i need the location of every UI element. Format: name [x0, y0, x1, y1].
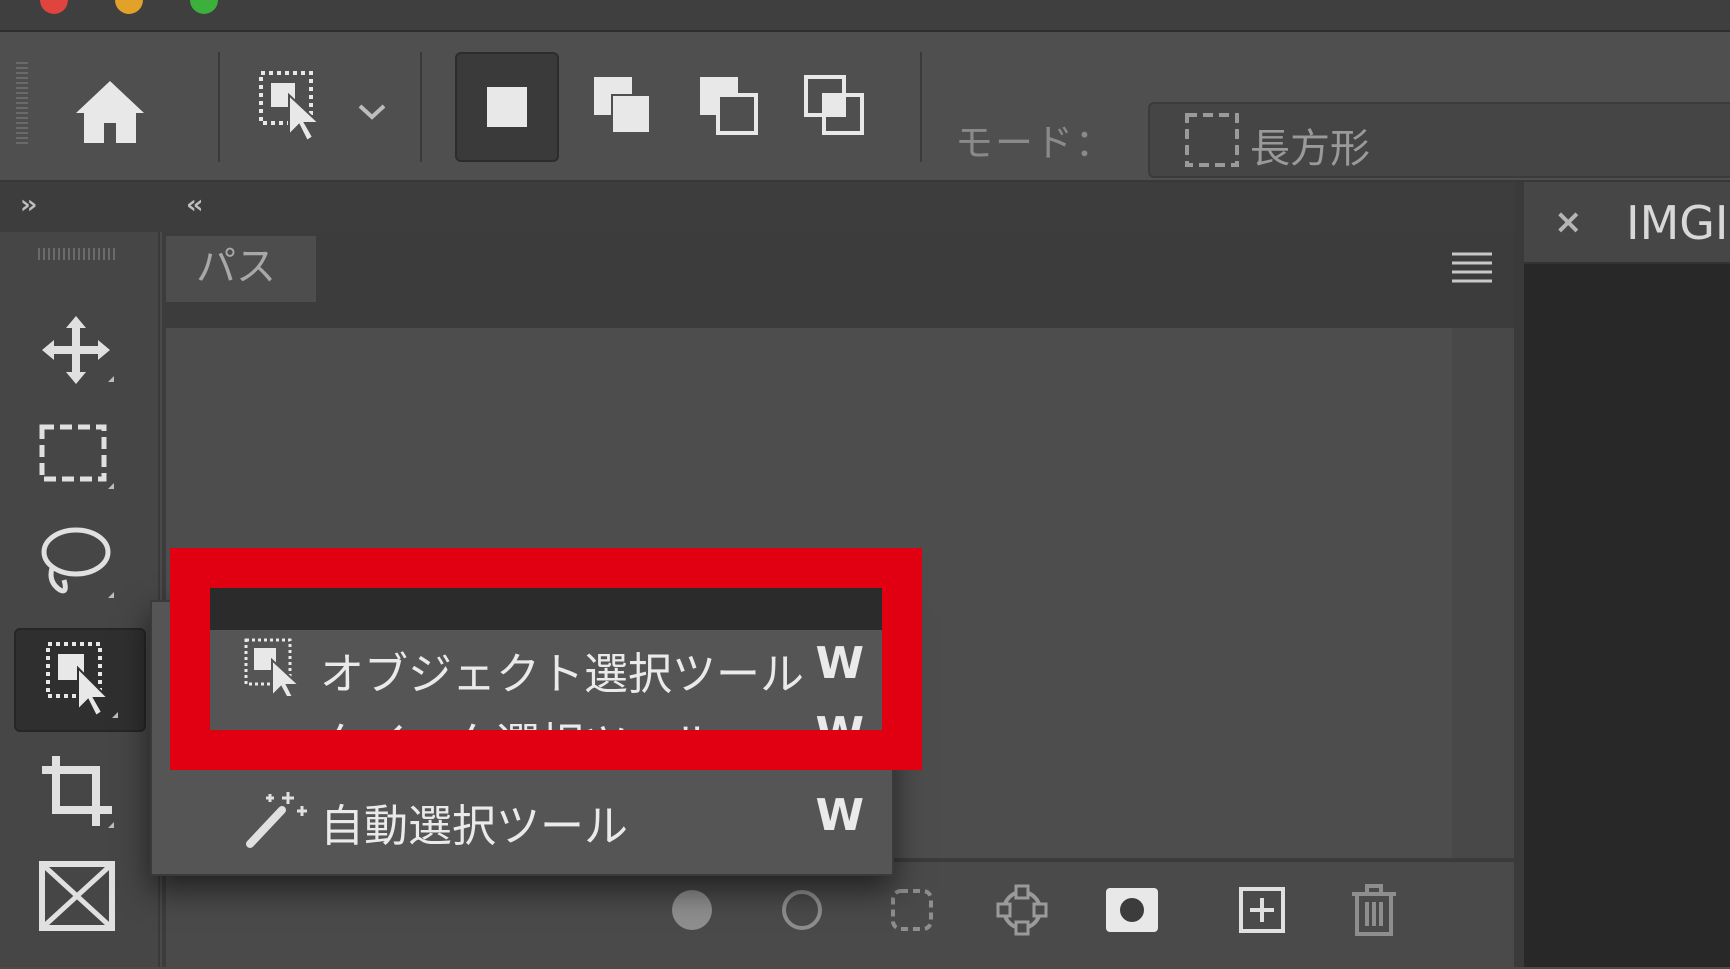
mode-value: 長方形: [1250, 126, 1370, 172]
add-mask-button[interactable]: [1102, 880, 1162, 940]
options-separator: [420, 52, 422, 162]
home-icon: [76, 81, 144, 143]
flyout-item-shortcut: W: [815, 790, 864, 841]
panel-menu-icon[interactable]: [1450, 250, 1494, 284]
close-document-icon[interactable]: ×: [1554, 202, 1583, 242]
new-path-icon: [1239, 887, 1285, 933]
stroke-path-button[interactable]: [772, 880, 832, 940]
make-work-path-button[interactable]: [992, 880, 1052, 940]
options-separator: [920, 52, 922, 162]
delete-path-button[interactable]: [1344, 880, 1404, 940]
document-tab-title: IMGI: [1626, 196, 1729, 250]
trash-icon: [1352, 884, 1396, 936]
frame-icon: [39, 861, 115, 931]
flyout-item-magic-wand[interactable]: 自動選択ツール W: [152, 776, 892, 858]
add-mask-icon: [1106, 888, 1158, 932]
make-work-path-icon: [996, 884, 1048, 936]
chevron-down-icon: [358, 104, 386, 120]
toolbar-grip[interactable]: [38, 248, 118, 260]
options-bar: モード： 長方形: [0, 32, 1730, 182]
move-tool[interactable]: [14, 300, 142, 400]
document-tab[interactable]: × IMGI: [1524, 182, 1730, 264]
window-zoom-button[interactable]: [190, 0, 218, 14]
add-to-selection-button[interactable]: [572, 62, 672, 148]
object-selection-icon: [259, 71, 322, 143]
intersect-with-selection-button[interactable]: [784, 62, 884, 148]
object-selection-icon: [46, 642, 118, 718]
add-to-selection-icon: [594, 77, 651, 134]
crop-tool[interactable]: [14, 742, 142, 842]
window-minimize-button[interactable]: [115, 0, 143, 14]
stroke-path-icon: [782, 890, 822, 930]
tool-preset-dropdown[interactable]: [350, 92, 394, 132]
object-selection-tool[interactable]: [14, 628, 146, 732]
options-bar-grip[interactable]: [16, 62, 28, 147]
window-close-button[interactable]: [40, 0, 68, 14]
paths-footer: [166, 860, 1514, 969]
subtract-from-selection-icon: [700, 77, 758, 135]
mode-select[interactable]: 長方形: [1148, 102, 1730, 178]
paths-scrollbar[interactable]: [1452, 328, 1514, 858]
fill-path-button[interactable]: [662, 880, 722, 940]
new-path-button[interactable]: [1232, 880, 1292, 940]
frame-tool[interactable]: [14, 848, 142, 948]
intersect-with-selection-icon: [804, 75, 864, 135]
fill-path-icon: [672, 890, 712, 930]
load-as-selection-icon: [891, 889, 933, 931]
crop-icon: [42, 756, 114, 828]
magic-wand-icon: [246, 792, 307, 848]
mode-label: モード：: [955, 121, 1116, 165]
rectangle-marquee-icon: [1185, 113, 1239, 167]
tools-panel: [0, 232, 160, 967]
rectangular-marquee-tool[interactable]: [14, 408, 142, 508]
tool-preset-picker[interactable]: [250, 62, 330, 152]
home-button[interactable]: [70, 72, 150, 152]
window-titlebar: [0, 0, 1730, 32]
new-selection-button[interactable]: [455, 52, 559, 162]
expand-toolbar-icon[interactable]: ››: [20, 190, 38, 220]
panel-collapse-bar: ›› ‹‹: [0, 182, 1515, 232]
options-separator: [218, 52, 220, 162]
document-divider: [1514, 182, 1524, 967]
load-as-selection-button[interactable]: [882, 880, 942, 940]
lasso-icon: [41, 527, 114, 598]
rectangular-marquee-icon: [39, 424, 114, 489]
move-icon: [42, 316, 114, 384]
document-canvas[interactable]: [1524, 264, 1730, 967]
flyout-item-label: 自動選択ツール: [320, 801, 628, 852]
highlight-box: [170, 548, 922, 770]
new-selection-icon: [487, 87, 527, 127]
lasso-tool[interactable]: [14, 512, 142, 612]
collapse-panels-icon[interactable]: ‹‹: [186, 190, 204, 220]
subtract-from-selection-button[interactable]: [678, 62, 778, 148]
tab-paths[interactable]: パス: [166, 236, 316, 302]
